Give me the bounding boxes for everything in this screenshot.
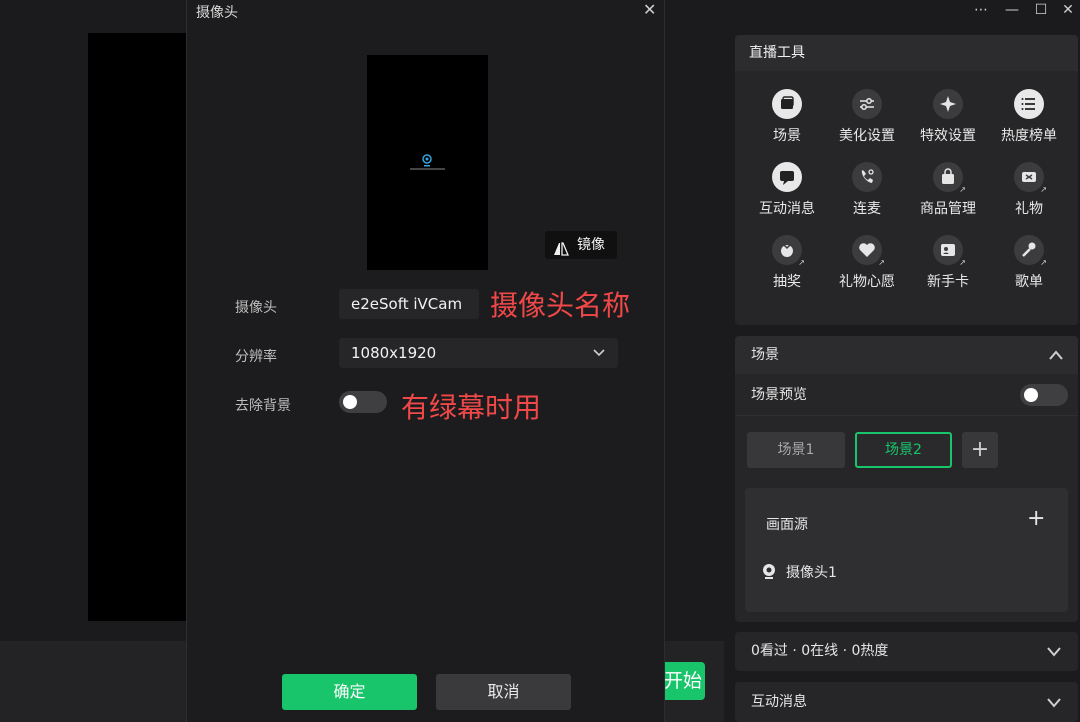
live-tools-panel: 直播工具 场景 美化设置 特效设置 热度榜单互动消息 连麦 ↗ 商品管理 ↗ 礼物 ↗ 抽奖 ↗ 礼物心… bbox=[735, 35, 1078, 325]
remove-bg-toggle[interactable] bbox=[339, 391, 387, 413]
camera-value: e2eSoft iVCam bbox=[351, 295, 463, 313]
chevron-down-icon[interactable] bbox=[1046, 682, 1062, 722]
tool-label: 场景 bbox=[773, 128, 801, 144]
sliders-icon bbox=[852, 89, 882, 119]
external-arrow-icon: ↗ bbox=[798, 258, 805, 267]
tool-label: 商品管理 bbox=[920, 201, 976, 217]
scene-preview-row: 场景预览 bbox=[735, 374, 1078, 416]
external-arrow-icon: ↗ bbox=[959, 258, 966, 267]
camera-preview bbox=[367, 55, 488, 270]
tool-chat[interactable]: 互动消息 bbox=[747, 162, 827, 218]
card-icon: ↗ bbox=[933, 235, 966, 267]
tool-label: 热度榜单 bbox=[1001, 128, 1057, 144]
stats-bar[interactable]: 0看过 · 0在线 · 0热度 bbox=[735, 632, 1078, 671]
scene-2-button[interactable]: 场景2 bbox=[855, 432, 952, 468]
tool-microphone[interactable]: ↗ 歌单 bbox=[989, 235, 1069, 291]
source-item-label: 摄像头1 bbox=[786, 565, 837, 581]
gift-icon: ↗ bbox=[1014, 162, 1047, 194]
resolution-select[interactable]: 1080x1920 bbox=[339, 338, 618, 368]
messages-bar[interactable]: 互动消息 bbox=[735, 682, 1078, 722]
tool-label: 互动消息 bbox=[759, 201, 815, 217]
external-arrow-icon: ↗ bbox=[1040, 258, 1047, 267]
live-tools-grid: 场景 美化设置 特效设置 热度榜单互动消息 连麦 ↗ 商品管理 ↗ 礼物 ↗ 抽奖 ↗ 礼物心愿 ↗ 新手卡… bbox=[735, 71, 1078, 290]
camera-select[interactable]: e2eSoft iVCam bbox=[339, 289, 479, 319]
resolution-value: 1080x1920 bbox=[351, 344, 437, 362]
camera-label: 摄像头 bbox=[235, 300, 277, 316]
dialog-close-icon[interactable]: ✕ bbox=[643, 0, 656, 19]
tool-label: 连麦 bbox=[853, 201, 881, 217]
chevron-down-icon[interactable] bbox=[1046, 632, 1062, 687]
dialog-title: 摄像头 bbox=[196, 5, 238, 21]
tool-sparkle[interactable]: 特效设置 bbox=[908, 89, 988, 145]
minimize-icon[interactable]: — bbox=[1000, 0, 1024, 20]
tool-label: 新手卡 bbox=[927, 274, 969, 290]
scene-preview-toggle[interactable] bbox=[1020, 384, 1068, 406]
resolution-label: 分辨率 bbox=[235, 349, 277, 365]
live-studio-app: 开始 ⋯ — ☐ ✕ 直播工具 场景 美化设置 特效设置 热度榜单互动消息 连麦 ↗ 商品管… bbox=[0, 0, 1080, 722]
external-arrow-icon: ↗ bbox=[878, 258, 885, 267]
close-icon[interactable]: ✕ bbox=[1056, 0, 1080, 20]
tool-label: 特效设置 bbox=[920, 128, 976, 144]
mirror-icon bbox=[553, 238, 569, 266]
tool-label: 歌单 bbox=[1015, 274, 1043, 290]
list-icon bbox=[1014, 89, 1044, 119]
stats-text: 0看过 · 0在线 · 0热度 bbox=[751, 643, 889, 659]
chevron-down-icon bbox=[592, 338, 606, 378]
tool-heart-wish[interactable]: ↗ 礼物心愿 bbox=[827, 235, 907, 291]
tool-card[interactable]: ↗ 新手卡 bbox=[908, 235, 988, 291]
phone-icon bbox=[852, 162, 882, 192]
live-tools-title: 直播工具 bbox=[735, 35, 1078, 71]
source-title: 画面源 bbox=[766, 517, 808, 533]
tool-label: 美化设置 bbox=[839, 128, 895, 144]
tool-label: 礼物心愿 bbox=[839, 274, 895, 290]
external-arrow-icon: ↗ bbox=[1040, 185, 1047, 194]
scene-preview-label: 场景预览 bbox=[751, 387, 807, 403]
camera-name-annotation: 摄像头名称 bbox=[490, 289, 631, 322]
tool-list[interactable]: 热度榜单 bbox=[989, 89, 1069, 145]
live-preview-canvas bbox=[88, 33, 186, 621]
microphone-icon: ↗ bbox=[1014, 235, 1047, 267]
scene-panel-title: 场景 bbox=[751, 347, 779, 363]
camera-icon bbox=[761, 563, 777, 585]
more-icon[interactable]: ⋯ bbox=[968, 0, 994, 20]
tool-sliders[interactable]: 美化设置 bbox=[827, 89, 907, 145]
green-screen-annotation: 有绿幕时用 bbox=[401, 391, 542, 424]
cancel-button[interactable]: 取消 bbox=[436, 674, 571, 710]
scene-1-button[interactable]: 场景1 bbox=[747, 432, 845, 468]
mirror-button[interactable]: 镜像 bbox=[545, 231, 617, 259]
tool-phone[interactable]: 连麦 bbox=[827, 162, 907, 218]
tool-label: 礼物 bbox=[1015, 201, 1043, 217]
tool-scene[interactable]: 场景 bbox=[747, 89, 827, 145]
ivcam-logo-text bbox=[410, 168, 445, 170]
sparkle-icon bbox=[933, 89, 963, 119]
camera-dialog: 摄像头 ✕ 镜像 摄像头 e2eSoft iVCam 摄像头名称 分辨率 108… bbox=[186, 0, 665, 722]
remove-bg-label: 去除背景 bbox=[235, 398, 291, 414]
tool-gift[interactable]: ↗ 礼物 bbox=[989, 162, 1069, 218]
external-arrow-icon: ↗ bbox=[959, 185, 966, 194]
source-box: 画面源 + 摄像头1 bbox=[745, 488, 1068, 612]
tool-label: 抽奖 bbox=[773, 274, 801, 290]
scene-panel: 场景 场景预览 场景1 场景2 + 画面源 + 摄像头1 bbox=[735, 336, 1078, 622]
scene-panel-header[interactable]: 场景 bbox=[735, 336, 1078, 374]
shopping-bag-icon: ↗ bbox=[933, 162, 966, 194]
tool-lottery[interactable]: ↗ 抽奖 bbox=[747, 235, 827, 291]
lottery-icon: ↗ bbox=[772, 235, 805, 267]
tool-shopping-bag[interactable]: ↗ 商品管理 bbox=[908, 162, 988, 218]
start-live-button[interactable]: 开始 bbox=[662, 662, 705, 700]
scene-icon bbox=[772, 89, 802, 119]
messages-title: 互动消息 bbox=[751, 694, 807, 710]
confirm-button[interactable]: 确定 bbox=[282, 674, 417, 710]
chat-icon bbox=[772, 162, 802, 192]
mirror-label: 镜像 bbox=[577, 237, 605, 253]
add-scene-button[interactable]: + bbox=[962, 432, 998, 468]
heart-wish-icon: ↗ bbox=[852, 235, 885, 267]
add-source-button[interactable]: + bbox=[1027, 506, 1045, 531]
maximize-icon[interactable]: ☐ bbox=[1029, 0, 1053, 20]
